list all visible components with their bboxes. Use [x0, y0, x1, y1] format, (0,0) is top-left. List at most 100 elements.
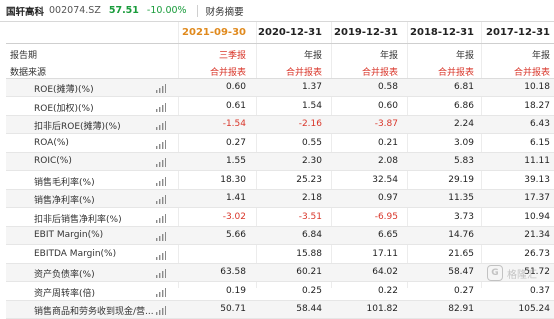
- stock-change-percent: -10.00%: [146, 5, 187, 16]
- period-year-header[interactable]: 2019-12-31: [328, 27, 398, 41]
- metric-value-cell: 17.11: [372, 248, 398, 259]
- metric-value-cell: 0.37: [529, 285, 550, 296]
- table-row: 销售净利率(%) 1.41 2.18 0.97 11.35 17.37: [6, 190, 554, 208]
- data-source-cell: 合并报表: [513, 68, 550, 78]
- metric-label: 资产周转率(倍): [34, 288, 96, 299]
- bar-chart-icon[interactable]: [156, 269, 166, 278]
- table-row: 资产负债率(%) 63.58 60.21 64.02 58.47 51.72: [6, 264, 554, 282]
- metric-value-cell: 0.61: [225, 100, 246, 111]
- bar-chart-icon[interactable]: [156, 158, 166, 167]
- bar-chart-icon[interactable]: [156, 213, 166, 223]
- metric-value-cell: 63.58: [220, 267, 246, 277]
- section-title[interactable]: 财务摘要: [206, 4, 244, 18]
- metric-value-cell: -6.95: [374, 211, 398, 222]
- metric-value-cell: 2.30: [301, 156, 322, 166]
- metric-value-cell: 3.09: [453, 137, 474, 148]
- table-row: 资产周转率(倍) 0.19 0.25 0.22 0.27 0.37: [6, 283, 554, 301]
- table-row: ROIC(%) 1.55 2.30 2.08 5.83 11.11: [6, 153, 554, 171]
- metric-value-cell: -1.54: [222, 119, 246, 129]
- metric-value-cell: 51.72: [524, 267, 550, 277]
- table-row: EBIT Margin(%) 5.66 6.84 6.65 14.76 21.34: [6, 227, 554, 245]
- metric-value-cell: 0.19: [225, 285, 246, 296]
- bar-chart-icon[interactable]: [156, 121, 166, 130]
- metric-value-cell: 101.82: [366, 304, 399, 314]
- metric-label: EBITDA Margin(%): [34, 248, 117, 259]
- stock-header-bar: 国轩高科 002074.SZ 57.51 -10.00% 财务摘要: [0, 0, 554, 22]
- bar-chart-icon[interactable]: [156, 232, 166, 241]
- report-type-cell: 年报: [303, 51, 322, 61]
- metric-label: 资产负债率(%): [34, 270, 95, 280]
- bar-chart-icon[interactable]: [156, 84, 166, 93]
- metric-value-cell: 50.71: [220, 304, 246, 314]
- stock-code: 002074.SZ: [49, 5, 101, 16]
- header-divider: [196, 4, 198, 17]
- metric-value-cell: -2.16: [298, 119, 322, 129]
- metric-value-cell: 82.91: [448, 304, 474, 314]
- table-row: ROE(摊薄)(%) 0.60 1.37 0.58 6.81 10.18: [6, 79, 554, 97]
- table-row: 销售毛利率(%) 18.30 25.23 32.54 29.19 39.13: [6, 172, 554, 190]
- metric-label: 扣非后销售净利率(%): [34, 214, 122, 225]
- metric-value-cell: 18.27: [524, 100, 550, 111]
- metric-value-cell: 6.43: [529, 119, 550, 129]
- data-source-label: 数据来源: [10, 68, 47, 78]
- table-row: EBITDA Margin(%) 15.88 17.11 21.65 26.73: [6, 246, 554, 264]
- metric-value-cell: 58.47: [448, 267, 474, 277]
- metric-value-cell: 25.23: [296, 174, 322, 185]
- bar-chart-icon[interactable]: [156, 195, 166, 204]
- metric-value-cell: -3.02: [222, 211, 246, 222]
- metric-value-cell: 0.25: [301, 285, 322, 296]
- metric-label: ROIC(%): [34, 156, 72, 166]
- metric-value-cell: 60.21: [296, 267, 322, 277]
- metric-value-cell: 15.88: [296, 248, 322, 259]
- metric-value-cell: 105.24: [518, 304, 551, 314]
- metric-value-cell: 58.44: [296, 304, 322, 314]
- metric-value-cell: 6.81: [453, 82, 474, 92]
- report-type-cell: 年报: [531, 51, 550, 61]
- metric-value-cell: -3.87: [374, 119, 398, 129]
- period-year-header[interactable]: 2021-09-30: [176, 27, 246, 41]
- metric-label: 扣非后ROE(摊薄)(%): [34, 122, 121, 132]
- report-type-cell: 三季报: [218, 51, 246, 61]
- report-type-cell: 年报: [379, 51, 398, 61]
- report-type-cell: 年报: [455, 51, 474, 61]
- bar-chart-icon[interactable]: [156, 139, 166, 149]
- period-year-header[interactable]: 2018-12-31: [404, 27, 474, 41]
- metric-label: 销售商品和劳务收到现金/营...: [34, 307, 154, 317]
- metric-value-cell: 21.65: [448, 248, 474, 259]
- metric-label: ROA(%): [34, 137, 69, 148]
- bar-chart-icon[interactable]: [156, 250, 166, 260]
- bar-chart-icon[interactable]: [156, 287, 166, 297]
- metric-value-cell: 64.02: [372, 267, 398, 277]
- period-year-header[interactable]: 2017-12-31: [480, 27, 550, 41]
- metric-value-cell: 1.54: [301, 100, 322, 111]
- metric-label: EBIT Margin(%): [34, 230, 104, 240]
- metric-value-cell: 18.30: [220, 174, 246, 185]
- stock-price: 57.51: [108, 5, 139, 16]
- metric-value-cell: 0.60: [377, 100, 398, 111]
- table-row: 销售商品和劳务收到现金/营... 50.71 58.44 101.82 82.91 105…: [6, 301, 554, 319]
- metric-value-cell: 0.60: [225, 82, 246, 92]
- metric-value-cell: 14.76: [448, 230, 474, 240]
- metric-value-cell: 1.37: [301, 82, 322, 92]
- metric-value-cell: 5.83: [453, 156, 474, 166]
- metric-value-cell: 3.73: [453, 211, 474, 222]
- data-source-cell: 合并报表: [437, 68, 474, 78]
- table-row: 扣非后销售净利率(%) -3.02 -3.51 -6.95 3.73 10.94: [6, 209, 554, 227]
- metric-value-cell: 26.73: [524, 248, 550, 259]
- metric-value-cell: 11.35: [448, 193, 474, 203]
- data-source-cell: 合并报表: [361, 68, 398, 78]
- metric-value-cell: 6.84: [301, 230, 322, 240]
- bar-chart-icon[interactable]: [156, 306, 166, 315]
- metric-value-cell: 1.55: [225, 156, 246, 166]
- period-year-header[interactable]: 2020-12-31: [252, 27, 322, 41]
- metric-value-cell: 39.13: [524, 174, 550, 185]
- metric-value-cell: 29.19: [448, 174, 474, 185]
- metric-value-cell: 32.54: [372, 174, 398, 185]
- bar-chart-icon[interactable]: [156, 102, 166, 112]
- stock-name: 国轩高科: [6, 6, 45, 18]
- metric-value-cell: 6.15: [529, 137, 550, 148]
- data-source-cell: 合并报表: [285, 68, 322, 78]
- metric-value-cell: 1.41: [225, 193, 246, 203]
- data-source-cell: 合并报表: [209, 68, 246, 78]
- bar-chart-icon[interactable]: [156, 176, 166, 186]
